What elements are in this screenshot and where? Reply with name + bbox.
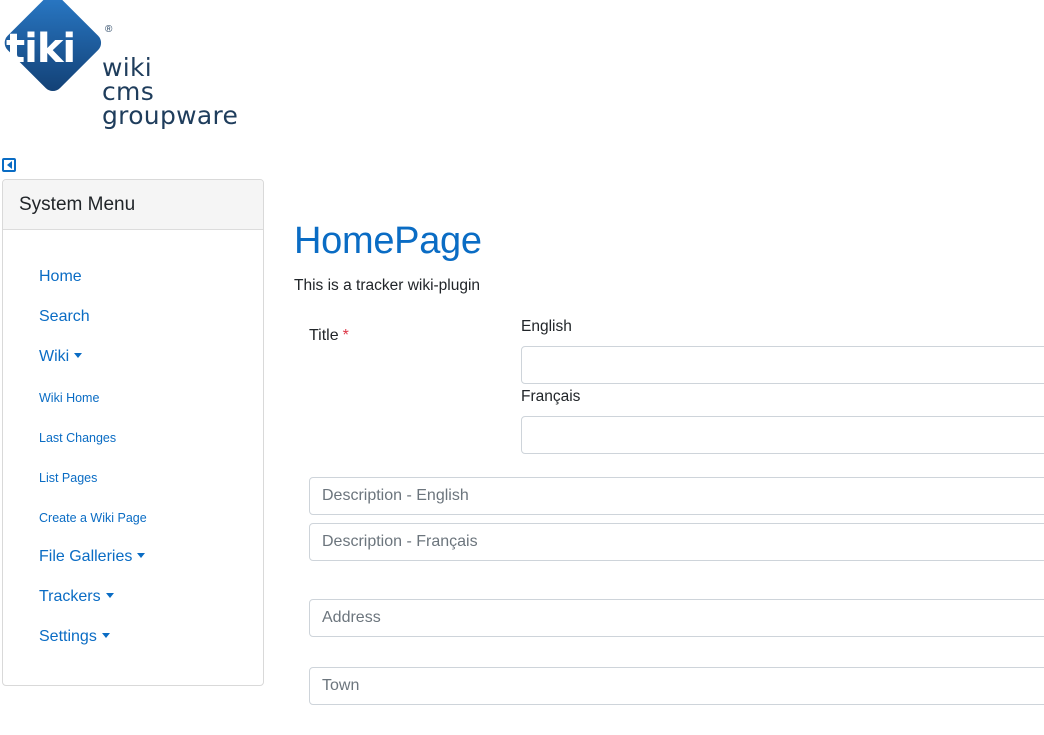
menu-item-create-wiki-page[interactable]: Create a Wiki Page <box>39 511 147 525</box>
tiki-logo[interactable]: tiki ® wiki cms groupware <box>0 0 250 135</box>
menu-item-last-changes[interactable]: Last Changes <box>39 431 116 445</box>
intro-text: This is a tracker wiki-plugin <box>294 277 481 294</box>
title-field-label: Title * <box>309 327 349 345</box>
page: tiki ® wiki cms groupware System Menu Ho… <box>0 0 1044 735</box>
page-title: HomePage <box>294 220 482 262</box>
address-input[interactable] <box>309 599 1044 637</box>
menu-item-label: Settings <box>39 628 97 645</box>
menu-item-label: Trackers <box>39 588 101 605</box>
menu-item-label: Wiki <box>39 348 70 365</box>
menu-item-wiki-home[interactable]: Wiki Home <box>39 391 99 405</box>
tiki-logo-text: tiki <box>6 26 75 72</box>
menu-item-wiki[interactable]: Wiki <box>39 348 83 366</box>
sidebar-collapse-toggle[interactable] <box>2 158 16 172</box>
caret-down-icon <box>105 593 114 598</box>
description-english-input[interactable] <box>309 477 1044 515</box>
menu-item-trackers[interactable]: Trackers <box>39 588 114 606</box>
registered-mark: ® <box>105 24 113 35</box>
town-input[interactable] <box>309 667 1044 705</box>
caret-down-icon <box>101 633 110 638</box>
title-french-label: Français <box>521 388 581 405</box>
menu-item-label: Wiki Home <box>39 391 100 405</box>
menu-item-label: List Pages <box>39 471 98 485</box>
title-english-label: English <box>521 318 572 335</box>
menu-item-file-galleries[interactable]: File Galleries <box>39 548 146 566</box>
title-english-input[interactable] <box>521 346 1044 384</box>
menu-item-label: File Galleries <box>39 548 133 565</box>
menu-item-list-pages[interactable]: List Pages <box>39 471 97 485</box>
description-french-input[interactable] <box>309 523 1044 561</box>
logo-line-groupware: groupware <box>102 101 239 130</box>
caret-down-icon <box>137 553 146 558</box>
menu-item-label: Create a Wiki Page <box>39 511 147 525</box>
menu-item-settings[interactable]: Settings <box>39 628 110 646</box>
logo-tagline: wiki cms groupware <box>102 55 239 130</box>
menu-item-label: Last Changes <box>39 431 117 445</box>
menu-item-label: Home <box>39 268 82 285</box>
system-menu: System Menu Home Search Wiki Wiki Home L… <box>2 179 264 686</box>
title-label-text: Title <box>309 327 339 344</box>
caret-left-icon <box>6 161 12 169</box>
required-mark: * <box>342 327 349 344</box>
menu-item-search[interactable]: Search <box>39 308 90 326</box>
menu-item-home[interactable]: Home <box>39 268 82 286</box>
title-french-input[interactable] <box>521 416 1044 454</box>
system-menu-title: System Menu <box>3 180 263 230</box>
caret-down-icon <box>74 353 83 358</box>
menu-item-label: Search <box>39 308 90 325</box>
